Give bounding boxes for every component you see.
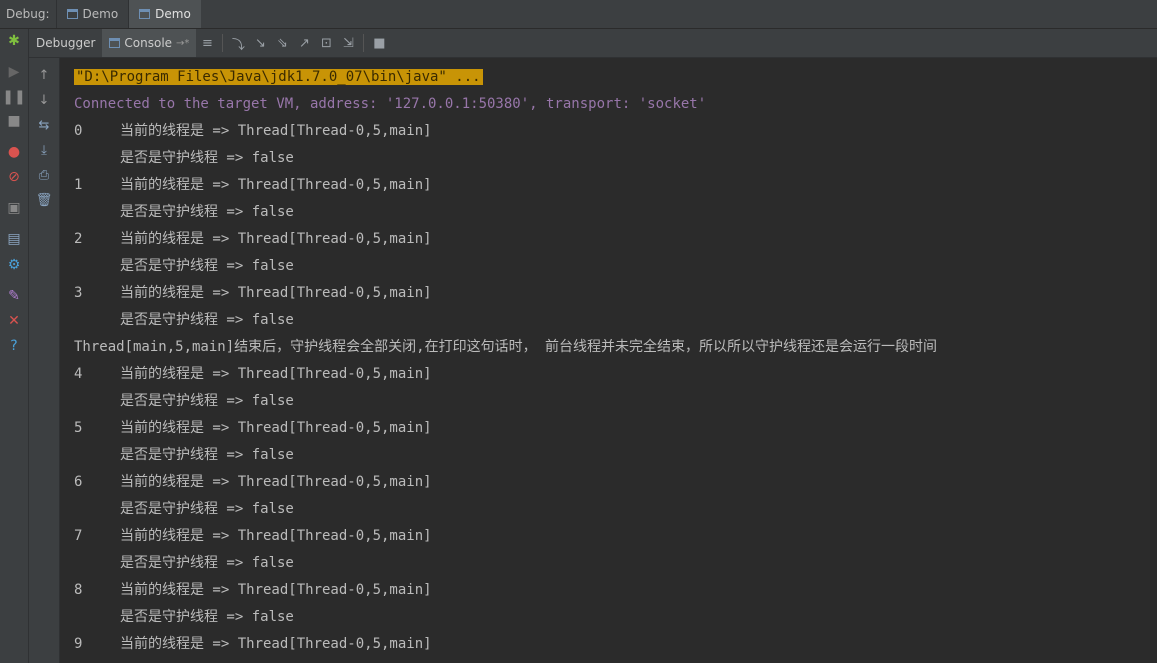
- console-entry-index: 3: [74, 285, 83, 301]
- console-thread-text: 当前的线程是 => Thread[Thread-0,5,main]: [120, 474, 432, 490]
- scroll-to-end-icon[interactable]: ⤓: [35, 141, 53, 159]
- tab-console-label: Console: [124, 36, 173, 50]
- console-thread-text: 当前的线程是 => Thread[Thread-0,5,main]: [120, 123, 432, 139]
- console-thread-line: 3 当前的线程是 => Thread[Thread-0,5,main]: [74, 281, 432, 305]
- drop-frame-icon[interactable]: ⊡: [315, 29, 337, 57]
- console-entry-index: 9: [74, 636, 83, 652]
- console-entry-index: 0: [74, 123, 83, 139]
- console-thread-text: 当前的线程是 => Thread[Thread-0,5,main]: [120, 285, 432, 301]
- tab-console[interactable]: Console →*: [102, 29, 197, 57]
- debug-toolbar: Debugger Console →* ≡ ⤵ ↘ ⇘ ↗ ⊡ ⇲ ■: [29, 29, 1157, 58]
- console-entry-index: 4: [74, 366, 83, 382]
- console-daemon-line: 是否是守护线程 => false: [120, 393, 294, 409]
- console-connected-line: Connected to the target VM, address: '12…: [74, 96, 707, 112]
- up-arrow-icon[interactable]: ↑: [35, 66, 53, 84]
- console-thread-line: 7 当前的线程是 => Thread[Thread-0,5,main]: [74, 524, 432, 548]
- evaluate-icon[interactable]: ■: [368, 29, 390, 57]
- show-execution-point-icon[interactable]: ≡: [196, 29, 218, 57]
- console-entry-index: 8: [74, 582, 83, 598]
- console-daemon-line: 是否是守护线程 => false: [120, 501, 294, 517]
- console-daemon-line: 是否是守护线程 => false: [120, 659, 294, 663]
- console-daemon-line: 是否是守护线程 => false: [120, 312, 294, 328]
- console-daemon-line: 是否是守护线程 => false: [120, 258, 294, 274]
- console-thread-line: 5 当前的线程是 => Thread[Thread-0,5,main]: [74, 416, 432, 440]
- console-thread-line: 8 当前的线程是 => Thread[Thread-0,5,main]: [74, 578, 432, 602]
- tab-label: Demo: [82, 7, 119, 21]
- help-icon[interactable]: ?: [5, 337, 23, 355]
- step-over-icon[interactable]: ⤵: [227, 29, 249, 57]
- console-daemon-line: 是否是守护线程 => false: [120, 555, 294, 571]
- debug-tab-bar: Debug: Demo Demo: [0, 0, 1157, 29]
- console-thread-line: 9 当前的线程是 => Thread[Thread-0,5,main]: [74, 632, 432, 656]
- step-into-icon[interactable]: ↘: [249, 29, 271, 57]
- console-thread-text: 当前的线程是 => Thread[Thread-0,5,main]: [120, 177, 432, 193]
- console-thread-line: 4 当前的线程是 => Thread[Thread-0,5,main]: [74, 362, 432, 386]
- debug-label: Debug:: [6, 7, 50, 21]
- console-entry-index: 7: [74, 528, 83, 544]
- console-thread-text: 当前的线程是 => Thread[Thread-0,5,main]: [120, 366, 432, 382]
- bug-icon[interactable]: ✱: [5, 32, 23, 50]
- console-suffix: →*: [176, 37, 190, 49]
- tab-label: Demo: [155, 7, 191, 21]
- console-thread-text: 当前的线程是 => Thread[Thread-0,5,main]: [120, 528, 432, 544]
- console-thread-line: 0 当前的线程是 => Thread[Thread-0,5,main]: [74, 119, 432, 143]
- pin-icon[interactable]: ✎: [5, 287, 23, 305]
- layout-icon[interactable]: ▤: [5, 230, 23, 248]
- console-thread-line: 2 当前的线程是 => Thread[Thread-0,5,main]: [74, 227, 432, 251]
- console-daemon-line: 是否是守护线程 => false: [120, 447, 294, 463]
- settings-icon[interactable]: ⚙: [5, 256, 23, 274]
- pause-icon[interactable]: ❚❚: [2, 88, 25, 106]
- mute-breakpoints-icon[interactable]: ⊘: [5, 168, 23, 186]
- console-thread-line: 1 当前的线程是 => Thread[Thread-0,5,main]: [74, 173, 432, 197]
- console-output[interactable]: "D:\Program Files\Java\jdk1.7.0_07\bin\j…: [60, 58, 1157, 663]
- console-thread-text: 当前的线程是 => Thread[Thread-0,5,main]: [120, 636, 432, 652]
- step-out-icon[interactable]: ↗: [293, 29, 315, 57]
- print-icon[interactable]: ⎙: [35, 166, 53, 184]
- console-thread-text: 当前的线程是 => Thread[Thread-0,5,main]: [120, 420, 432, 436]
- soft-wrap-icon[interactable]: ⇆: [35, 116, 53, 134]
- window-icon: [66, 9, 78, 19]
- close-icon[interactable]: ✕: [5, 312, 23, 330]
- console-entry-index: 2: [74, 231, 83, 247]
- toolbar-divider: [222, 34, 224, 52]
- console-entry-index: 5: [74, 420, 83, 436]
- console-thread-line: 6 当前的线程是 => Thread[Thread-0,5,main]: [74, 470, 432, 494]
- console-daemon-line: 是否是守护线程 => false: [120, 150, 294, 166]
- force-step-into-icon[interactable]: ⇘: [271, 29, 293, 57]
- toolbar-divider: [363, 34, 365, 52]
- stop-icon[interactable]: ■: [5, 112, 23, 130]
- console-main-end-line: Thread[main,5,main]结束后，守护线程会全部关闭,在打印这句话时…: [74, 339, 937, 355]
- console-entry-index: 1: [74, 177, 83, 193]
- trash-icon[interactable]: 🗑: [35, 191, 53, 209]
- console-icon: [109, 38, 121, 48]
- console-daemon-line: 是否是守护线程 => false: [120, 204, 294, 220]
- tab-demo-1[interactable]: Demo: [55, 0, 129, 28]
- down-arrow-icon[interactable]: ↓: [35, 91, 53, 109]
- tab-debugger[interactable]: Debugger: [29, 29, 102, 57]
- command-highlight: "D:\Program Files\Java\jdk1.7.0_07\bin\j…: [74, 69, 483, 85]
- tab-debugger-label: Debugger: [36, 36, 96, 50]
- tab-demo-2[interactable]: Demo: [128, 0, 201, 28]
- breakpoints-icon[interactable]: ●: [5, 143, 23, 161]
- console-actions-strip: ↑ ↓ ⇆ ⤓ ⎙ 🗑: [29, 58, 60, 663]
- debug-actions-strip: ✱ ▶ ❚❚ ■ ● ⊘ ▣ ▤ ⚙ ✎ ✕ ?: [0, 29, 29, 663]
- camera-icon[interactable]: ▣: [5, 199, 23, 217]
- resume-icon[interactable]: ▶: [5, 63, 23, 81]
- run-to-cursor-icon[interactable]: ⇲: [337, 29, 359, 57]
- console-entry-index: 6: [74, 474, 83, 490]
- console-thread-text: 当前的线程是 => Thread[Thread-0,5,main]: [120, 231, 432, 247]
- window-icon: [139, 9, 151, 19]
- console-thread-text: 当前的线程是 => Thread[Thread-0,5,main]: [120, 582, 432, 598]
- console-command-line: "D:\Program Files\Java\jdk1.7.0_07\bin\j…: [74, 65, 483, 89]
- console-daemon-line: 是否是守护线程 => false: [120, 609, 294, 625]
